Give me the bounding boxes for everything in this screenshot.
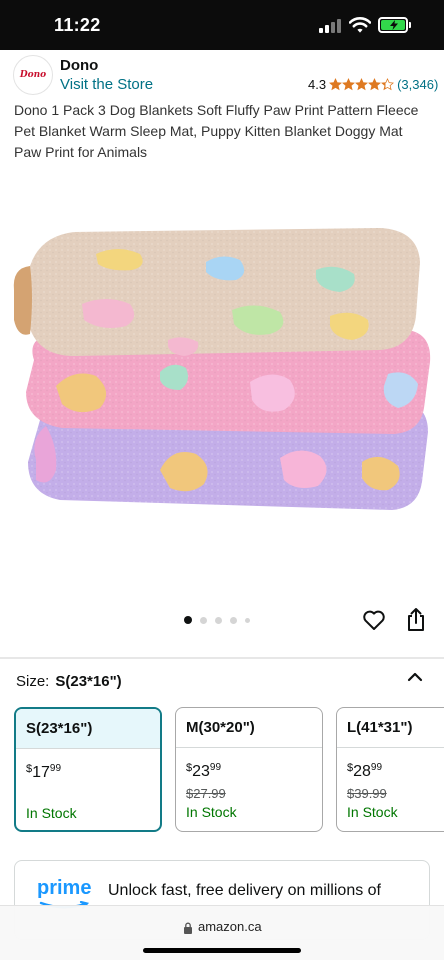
status-time: 11:22 — [54, 15, 101, 35]
star-icon — [342, 78, 356, 91]
star-icon — [381, 78, 395, 91]
star-icon — [355, 78, 369, 91]
variant-price: $1799 — [26, 763, 62, 781]
lock-icon — [184, 922, 192, 934]
folded-blankets-image[interactable] — [0, 170, 444, 610]
battery-cap — [409, 22, 411, 28]
product-title: Dono 1 Pack 3 Dog Blankets Soft Fluffy P… — [14, 102, 419, 160]
size-label: Size: — [16, 673, 50, 690]
star-icon — [368, 78, 382, 91]
url-text: amazon.ca — [198, 919, 262, 934]
variant-stock: In Stock — [186, 804, 237, 820]
section-divider — [0, 657, 444, 659]
variant-name: L(41*31") — [337, 708, 444, 748]
rating-value: 4.3 — [308, 77, 327, 92]
wifi-icon — [349, 17, 371, 33]
battery-icon — [378, 17, 408, 33]
size-selector-header[interactable]: Size: S(23*16") — [16, 673, 122, 690]
carousel-dot[interactable] — [184, 616, 192, 624]
star-icon — [329, 78, 343, 91]
rating-summary[interactable]: 4.3 (3,346) — [308, 77, 438, 92]
variant-name: M(30*20") — [176, 708, 322, 748]
carousel-dot[interactable] — [245, 617, 250, 623]
chevron-up-icon[interactable] — [405, 668, 425, 686]
carousel-dot[interactable] — [215, 616, 222, 624]
carousel-dot[interactable] — [200, 616, 207, 624]
browser-url-bar[interactable]: amazon.ca — [0, 905, 444, 960]
variant-list-price: $27.99 — [186, 786, 226, 801]
prime-text: Unlock fast, free delivery on millions o… — [108, 882, 381, 899]
size-selected-value: S(23*16") — [55, 673, 122, 690]
brand-logo[interactable]: Dono — [13, 55, 53, 95]
variant-card-large[interactable]: L(41*31") $2899 $39.99 In Stock — [336, 707, 444, 832]
brand-name: Dono — [60, 57, 99, 74]
home-indicator[interactable] — [143, 948, 301, 953]
prime-logo: prime — [37, 877, 92, 899]
carousel-dot[interactable] — [230, 616, 237, 624]
share-icon[interactable] — [405, 606, 427, 632]
variant-name: S(23*16") — [16, 709, 160, 749]
variant-stock: In Stock — [26, 805, 77, 821]
rating-count: (3,346) — [397, 77, 439, 92]
variant-card-medium[interactable]: M(30*20") $2399 $27.99 In Stock — [175, 707, 323, 832]
carousel-dots — [184, 616, 258, 624]
variant-card-small[interactable]: S(23*16") $1799 In Stock — [14, 707, 162, 832]
visit-store-link[interactable]: Visit the Store — [60, 76, 153, 93]
variant-stock: In Stock — [347, 804, 398, 820]
cellular-signal-icon — [319, 19, 343, 33]
brand-logo-text: Dono — [19, 70, 47, 80]
status-bar: 11:22 — [0, 0, 444, 50]
heart-icon[interactable] — [362, 608, 386, 632]
variant-price: $2899 — [347, 762, 383, 780]
variant-price: $2399 — [186, 762, 222, 780]
star-rating — [329, 78, 395, 91]
variant-list-price: $39.99 — [347, 786, 387, 801]
